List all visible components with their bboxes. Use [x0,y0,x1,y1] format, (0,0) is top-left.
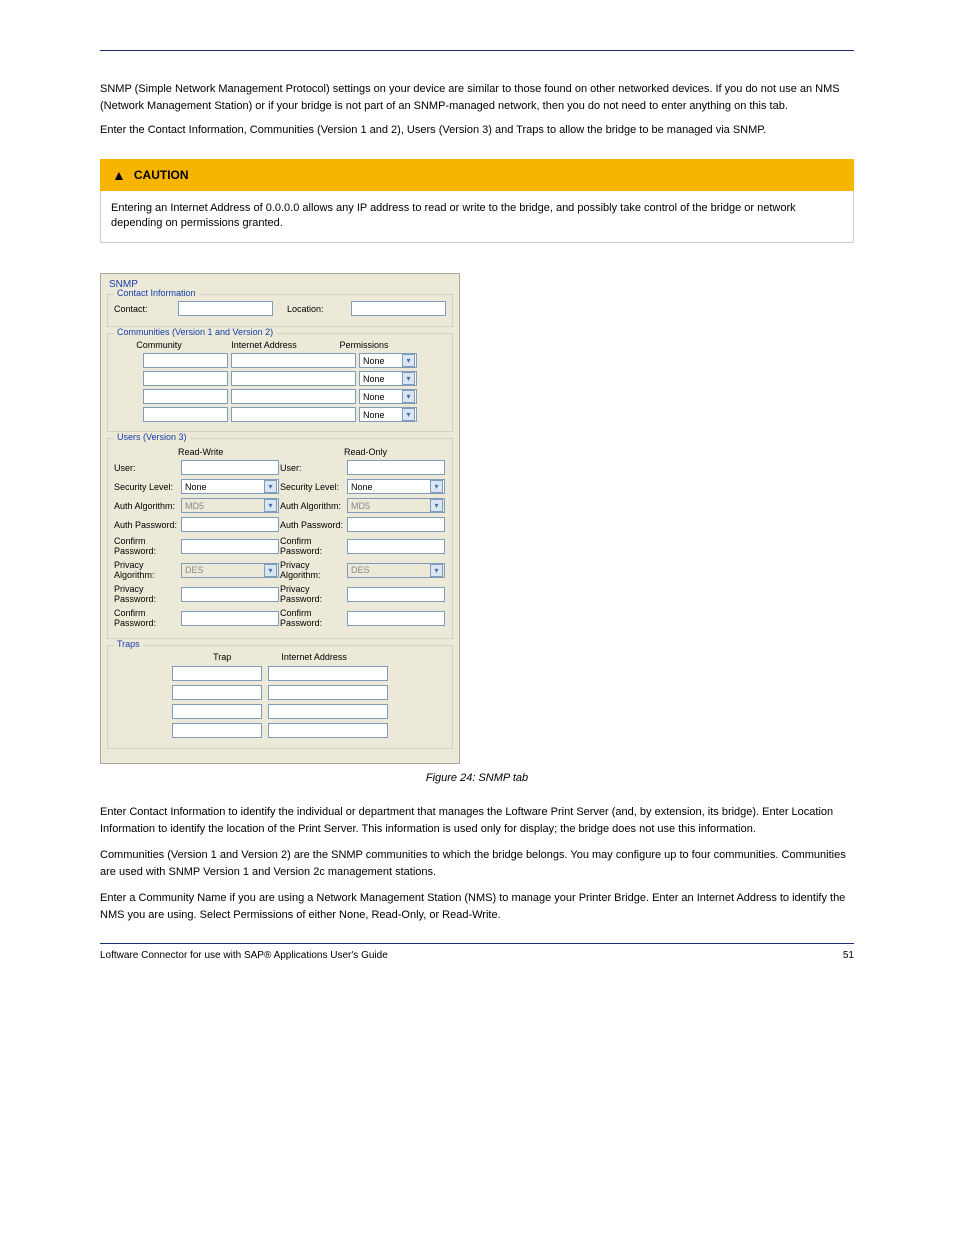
confirmpw-input[interactable] [181,539,279,554]
privalg-select-ro: DES▾ [347,563,445,578]
community-input[interactable] [143,353,228,368]
traps-legend: Traps [114,639,143,649]
security-label: Security Level: [114,482,178,492]
confirmpw-input-ro[interactable] [347,539,445,554]
confirmpw-label: Confirm Password: [114,536,178,556]
community-input[interactable] [143,407,228,422]
trap-col2: Internet Address [281,652,347,662]
permissions-select[interactable]: None▾ [359,389,417,404]
trap-addr-input[interactable] [268,666,388,681]
permissions-select[interactable]: None▾ [359,353,417,368]
trap-input[interactable] [172,723,262,738]
intro-para-2: Enter the Contact Information, Communiti… [100,122,854,139]
confirmpw2-label: Confirm Password: [114,608,178,628]
authalg-label-ro: Auth Algorithm: [280,501,344,511]
security-select[interactable]: None▾ [181,479,279,494]
trap-addr-input[interactable] [268,723,388,738]
trap-input[interactable] [172,704,262,719]
authalg-select: MD5▾ [181,498,279,513]
authalg-select-ro: MD5▾ [347,498,445,513]
privalg-label-ro: Privacy Algorithm: [280,560,344,580]
chevron-down-icon: ▾ [402,408,415,421]
privpw-label-ro: Privacy Password: [280,584,344,604]
contact-label: Contact: [114,304,174,314]
authpw-input[interactable] [181,517,279,532]
confirmpw2-input[interactable] [181,611,279,626]
contact-input[interactable] [178,301,273,316]
authalg-label: Auth Algorithm: [114,501,178,511]
warning-icon: ▲ [112,167,126,183]
caution-text: Entering an Internet Address of 0.0.0.0 … [100,191,854,244]
caution-heading: CAUTION [134,168,189,182]
chevron-down-icon: ▾ [402,390,415,403]
body-p1: Enter Contact Information to identify th… [100,804,854,837]
trap-input[interactable] [172,685,262,700]
trap-addr-input[interactable] [268,704,388,719]
community-addr-input[interactable] [231,389,356,404]
chevron-down-icon: ▾ [264,564,277,577]
communities-group: Communities (Version 1 and Version 2) Co… [107,333,453,432]
location-label: Location: [287,304,347,314]
privalg-select: DES▾ [181,563,279,578]
contact-legend: Contact Information [114,288,199,298]
privpw-label: Privacy Password: [114,584,178,604]
security-select-ro[interactable]: None▾ [347,479,445,494]
body-p2: Communities (Version 1 and Version 2) ar… [100,847,854,880]
privalg-label: Privacy Algorithm: [114,560,178,580]
readwrite-heading: Read-Write [114,445,280,460]
col-internet-address: Internet Address [204,340,324,350]
user-label-ro: User: [280,463,344,473]
col-permissions: Permissions [324,340,404,350]
readonly-heading: Read-Only [280,445,446,460]
authpw-label-ro: Auth Password: [280,520,344,530]
communities-legend: Communities (Version 1 and Version 2) [114,327,276,337]
trap-col1: Trap [213,652,231,662]
traps-group: Traps TrapInternet Address [107,645,453,749]
body-p3: Enter a Community Name if you are using … [100,890,854,923]
footer-right: 51 [843,950,854,961]
chevron-down-icon: ▾ [264,499,277,512]
col-community: Community [114,340,204,350]
community-addr-input[interactable] [231,407,356,422]
chevron-down-icon: ▾ [430,499,443,512]
trap-addr-input[interactable] [268,685,388,700]
user-input[interactable] [181,460,279,475]
permissions-select[interactable]: None▾ [359,371,417,386]
security-label-ro: Security Level: [280,482,344,492]
confirmpw-label-ro: Confirm Password: [280,536,344,556]
community-addr-input[interactable] [231,353,356,368]
user-label: User: [114,463,178,473]
privpw-input[interactable] [181,587,279,602]
user-input-ro[interactable] [347,460,445,475]
users-legend: Users (Version 3) [114,432,190,442]
snmp-panel: SNMP Contact Information Contact: Locati… [100,273,460,764]
chevron-down-icon: ▾ [430,564,443,577]
location-input[interactable] [351,301,446,316]
community-input[interactable] [143,389,228,404]
authpw-input-ro[interactable] [347,517,445,532]
users-group: Users (Version 3) Read-Write User: Secur… [107,438,453,639]
chevron-down-icon: ▾ [430,480,443,493]
trap-input[interactable] [172,666,262,681]
confirmpw2-input-ro[interactable] [347,611,445,626]
intro-para-1: SNMP (Simple Network Management Protocol… [100,81,854,114]
confirmpw2-label-ro: Confirm Password: [280,608,344,628]
contact-info-group: Contact Information Contact: Location: [107,294,453,327]
permissions-select[interactable]: None▾ [359,407,417,422]
caution-box: ▲ CAUTION Entering an Internet Address of… [100,159,854,244]
chevron-down-icon: ▾ [264,480,277,493]
chevron-down-icon: ▾ [402,372,415,385]
privpw-input-ro[interactable] [347,587,445,602]
authpw-label: Auth Password: [114,520,178,530]
footer-left: Loftware Connector for use with SAP® App… [100,950,388,961]
community-input[interactable] [143,371,228,386]
chevron-down-icon: ▾ [402,354,415,367]
community-addr-input[interactable] [231,371,356,386]
figure-caption: Figure 24: SNMP tab [100,772,854,784]
